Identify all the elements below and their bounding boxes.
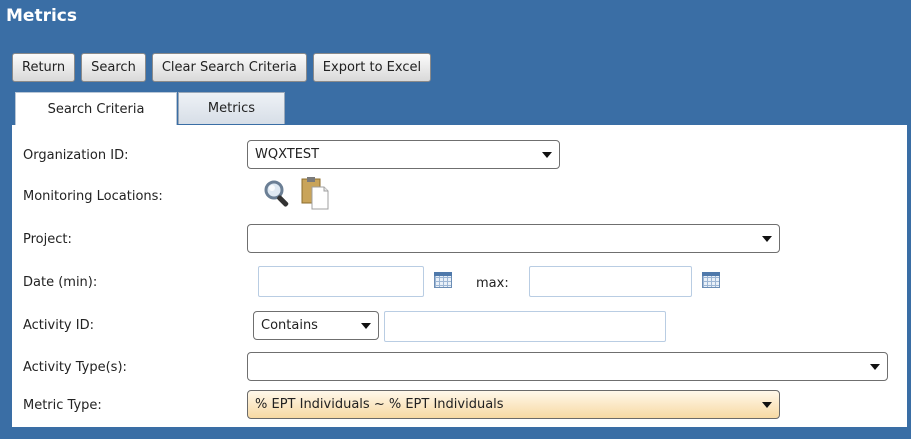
- activity-id-operator-value: Contains: [261, 318, 318, 333]
- project-select[interactable]: [247, 224, 780, 253]
- clear-search-criteria-button[interactable]: Clear Search Criteria: [151, 53, 307, 82]
- project-label: Project:: [23, 232, 72, 247]
- calendar-icon[interactable]: [434, 272, 452, 288]
- activity-id-label: Activity ID:: [23, 318, 94, 333]
- metric-type-value: % EPT Individuals ~ % EPT Individuals: [255, 397, 504, 412]
- metric-type-label: Metric Type:: [23, 398, 102, 413]
- tab-search-criteria[interactable]: Search Criteria: [15, 92, 177, 126]
- date-max-label: max:: [476, 276, 509, 291]
- chevron-down-icon: [542, 152, 552, 158]
- search-button[interactable]: Search: [81, 53, 146, 82]
- export-to-excel-button[interactable]: Export to Excel: [312, 53, 432, 82]
- calendar-icon[interactable]: [702, 272, 720, 288]
- return-button[interactable]: Return: [12, 53, 76, 82]
- date-min-input[interactable]: [258, 266, 424, 297]
- organization-id-value: WQXTEST: [255, 147, 320, 162]
- metrics-window: Metrics Return Search Clear Search Crite…: [0, 0, 911, 439]
- organization-id-select[interactable]: WQXTEST: [247, 140, 560, 169]
- paste-icon[interactable]: [298, 177, 330, 211]
- chevron-down-icon: [870, 364, 880, 370]
- activity-types-select[interactable]: [247, 352, 888, 381]
- monitoring-locations-label: Monitoring Locations:: [23, 189, 163, 204]
- chevron-down-icon: [361, 323, 371, 329]
- activity-id-operator-select[interactable]: Contains: [253, 311, 379, 340]
- toolbar: Return Search Clear Search Criteria Expo…: [12, 53, 437, 82]
- tab-metrics[interactable]: Metrics: [178, 92, 285, 124]
- activity-id-input[interactable]: [384, 311, 666, 342]
- activity-types-label: Activity Type(s):: [23, 360, 127, 375]
- window-title: Metrics: [6, 6, 77, 26]
- date-min-label: Date (min):: [23, 275, 98, 290]
- chevron-down-icon: [762, 236, 772, 242]
- search-criteria-panel: [12, 125, 907, 427]
- organization-id-label: Organization ID:: [23, 148, 129, 163]
- search-icon[interactable]: [262, 178, 294, 210]
- chevron-down-icon: [762, 402, 772, 408]
- metric-type-select[interactable]: % EPT Individuals ~ % EPT Individuals: [247, 390, 780, 419]
- date-max-input[interactable]: [529, 266, 692, 297]
